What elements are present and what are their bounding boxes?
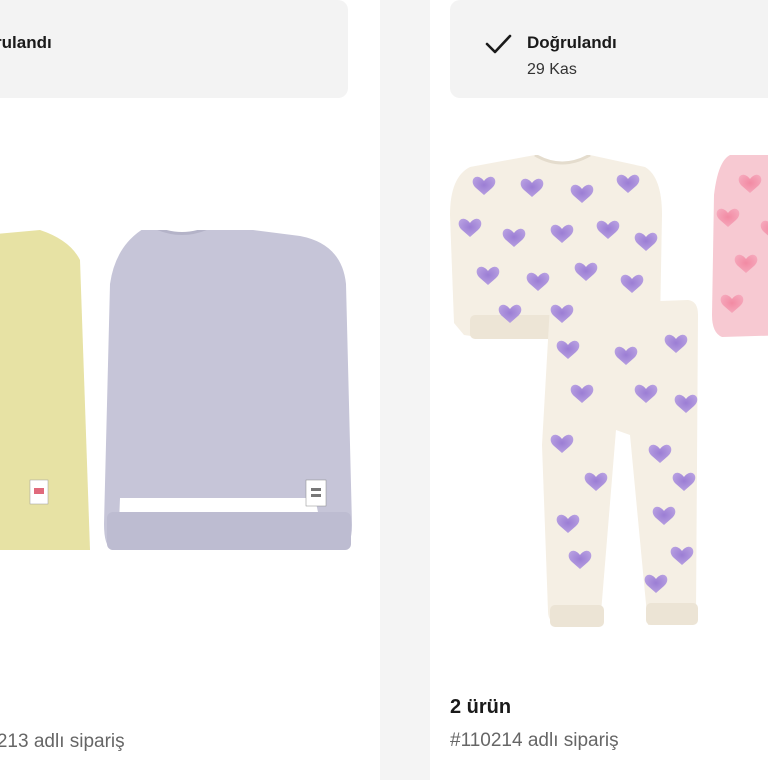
order-number-label: #110213 adlı sipariş (0, 731, 125, 752)
product-image-sweatshirts[interactable] (0, 230, 370, 590)
check-icon (485, 34, 512, 54)
order-card-right[interactable]: Doğrulandı 29 Kas 2 ürün #110214 adlı si… (430, 0, 768, 780)
verification-status-box: Doğrulandı 29 Kas (450, 0, 768, 98)
product-image-pajama-sets[interactable] (450, 155, 768, 650)
yellow-sweatshirt (0, 230, 90, 550)
item-count: 2 ürün (450, 696, 512, 718)
verification-status-box: Doğrulandı (0, 0, 348, 98)
status-title: Doğrulandı (0, 33, 52, 52)
status-date: 29 Kas (527, 61, 577, 78)
order-number-label: #110214 adlı sipariş (450, 730, 619, 751)
lilac-sweatshirt (104, 230, 352, 550)
order-card-left[interactable]: Doğrulandı #110213 adlı sipariş (0, 0, 380, 780)
status-title: Doğrulandı (527, 33, 617, 52)
